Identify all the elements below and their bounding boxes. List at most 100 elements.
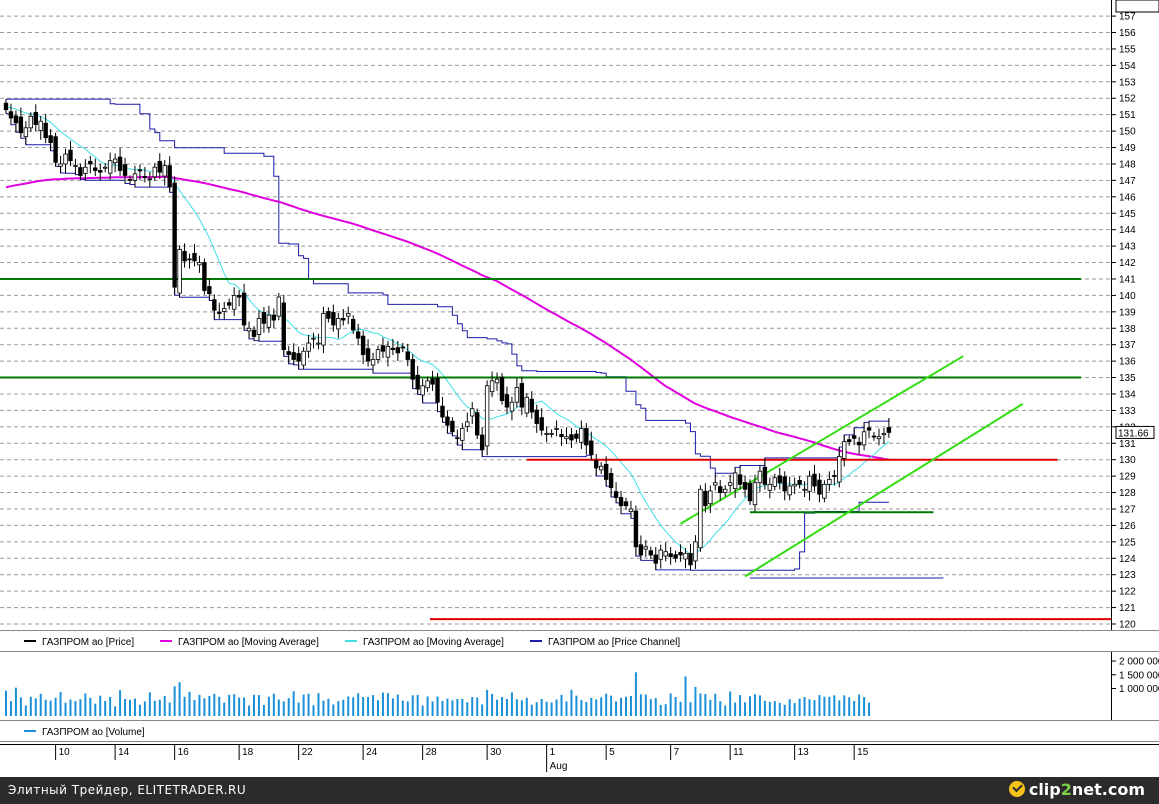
x-tick-label: 22 bbox=[302, 747, 314, 758]
candle-body bbox=[63, 153, 68, 165]
volume-bar bbox=[228, 694, 231, 716]
candle-body bbox=[241, 292, 247, 326]
x-tick-label: 18 bbox=[242, 747, 254, 758]
candle-body bbox=[68, 149, 73, 162]
volume-bar bbox=[510, 692, 513, 716]
candle-body bbox=[514, 387, 520, 403]
candle-body bbox=[142, 176, 148, 178]
candle-body bbox=[346, 313, 351, 317]
candle-body bbox=[435, 377, 440, 403]
logo-check-icon bbox=[1008, 781, 1025, 797]
candle-body bbox=[58, 163, 63, 167]
candle-body bbox=[564, 436, 569, 440]
candle-body bbox=[589, 440, 594, 456]
volume-bar bbox=[491, 694, 494, 716]
volume-bar bbox=[416, 694, 419, 716]
candle-body bbox=[876, 436, 882, 440]
volume-bar bbox=[69, 699, 72, 716]
volume-bar bbox=[79, 699, 82, 716]
logo-part-2: 2 bbox=[1060, 780, 1072, 799]
y-tick-label: 125 bbox=[1119, 537, 1136, 548]
volume-bar bbox=[838, 700, 841, 716]
y-tick-label: 126 bbox=[1119, 521, 1136, 532]
candle-body bbox=[28, 115, 33, 129]
candle-body bbox=[817, 479, 822, 495]
candle-body bbox=[420, 385, 425, 396]
x-tick-label: 14 bbox=[118, 747, 130, 758]
candle-body bbox=[8, 111, 14, 119]
chart: 1201211221231241251261271281291301311321… bbox=[0, 0, 1159, 777]
volume-bar bbox=[580, 700, 583, 716]
volume-bar bbox=[381, 692, 384, 716]
candle-body bbox=[757, 470, 763, 484]
volume-bar bbox=[833, 695, 836, 716]
candle-body bbox=[18, 116, 24, 134]
volume-bar bbox=[565, 701, 568, 716]
volume-bar bbox=[471, 697, 474, 716]
candle-body bbox=[385, 345, 391, 358]
candle-body bbox=[822, 483, 827, 499]
volume-bar bbox=[257, 695, 260, 716]
volume-bar bbox=[783, 704, 786, 716]
candle-body bbox=[460, 428, 465, 441]
volume-bar bbox=[515, 699, 518, 716]
y-tick-label: 151 bbox=[1119, 110, 1136, 121]
candle-body bbox=[499, 376, 505, 401]
volume-bar bbox=[282, 701, 285, 716]
candle-body bbox=[772, 477, 777, 487]
candle-body bbox=[584, 428, 589, 446]
candle-body bbox=[479, 434, 485, 451]
y-tick-label: 129 bbox=[1119, 472, 1136, 483]
candle-body bbox=[732, 472, 738, 490]
candle bbox=[499, 373, 505, 405]
candle-body bbox=[261, 312, 267, 324]
candle-body bbox=[474, 412, 480, 436]
volume-bar bbox=[396, 694, 399, 716]
volume-bar bbox=[148, 692, 151, 716]
volume-bar bbox=[163, 695, 166, 716]
candle-body bbox=[747, 482, 753, 502]
y-tick-label: 122 bbox=[1119, 587, 1136, 598]
volume-bar bbox=[372, 695, 375, 716]
volume-bar bbox=[749, 696, 751, 716]
volume-bar bbox=[853, 700, 856, 716]
volume-bar bbox=[292, 691, 295, 716]
volume-bar bbox=[109, 697, 112, 716]
volume-bar bbox=[99, 695, 102, 716]
candle-body bbox=[43, 122, 48, 139]
volume-bar bbox=[694, 686, 697, 716]
candle-body bbox=[519, 383, 525, 408]
y-tick-label: 152 bbox=[1119, 94, 1136, 105]
candle-body bbox=[683, 552, 688, 560]
volume-bar bbox=[560, 694, 563, 716]
candle-body bbox=[727, 482, 733, 486]
candle-body bbox=[390, 347, 396, 351]
y-tick-label: 143 bbox=[1119, 242, 1136, 253]
candle-body bbox=[440, 405, 445, 418]
y-tick-label: 150 bbox=[1119, 127, 1136, 138]
candle-body bbox=[226, 302, 232, 306]
price-panel-bg bbox=[0, 0, 1159, 630]
volume-bar bbox=[39, 693, 42, 716]
volume-bar bbox=[486, 689, 489, 716]
candle-body bbox=[599, 465, 604, 471]
candle-body bbox=[777, 475, 782, 484]
volume-bar bbox=[704, 694, 707, 716]
y-tick-label: 156 bbox=[1119, 28, 1136, 39]
candle-body bbox=[881, 433, 887, 436]
volume-bar bbox=[436, 696, 439, 716]
candle bbox=[484, 380, 490, 456]
x-tick-label: 15 bbox=[857, 747, 869, 758]
candle-body bbox=[78, 167, 83, 176]
candle-body bbox=[807, 475, 812, 492]
y-tick-label: 139 bbox=[1119, 307, 1136, 318]
candle-body bbox=[663, 551, 668, 557]
candle-body bbox=[316, 342, 321, 345]
candle bbox=[276, 292, 281, 321]
legend-label: ГАЗПРОМ ао [Volume] bbox=[42, 727, 145, 738]
volume-tick-label: 1 000 000 bbox=[1119, 684, 1159, 695]
candle-body bbox=[370, 359, 376, 366]
candle-body bbox=[579, 428, 584, 443]
candle-body bbox=[658, 549, 663, 560]
volume-bar bbox=[84, 693, 87, 716]
